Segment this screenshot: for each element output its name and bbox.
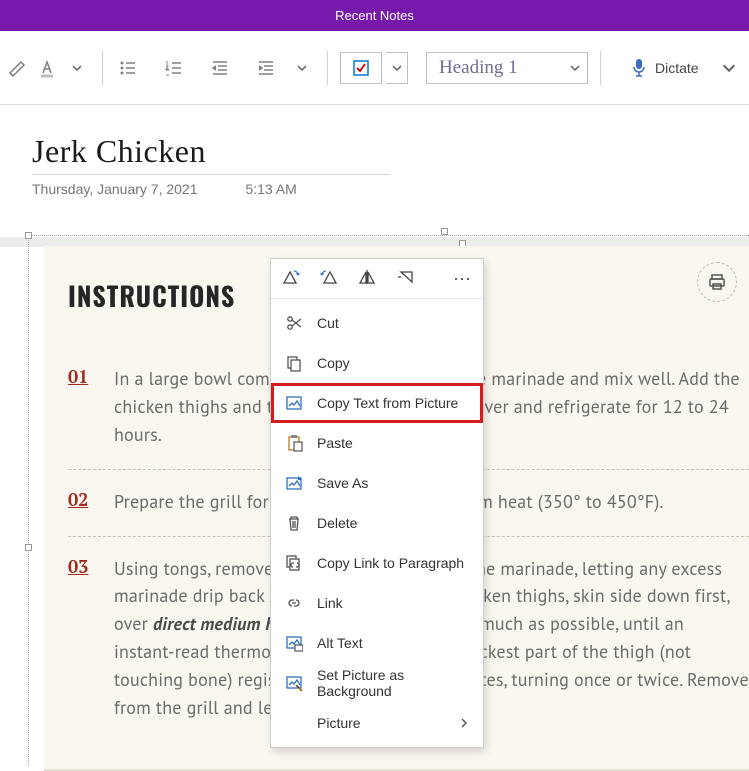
font-color-button[interactable] bbox=[34, 55, 60, 81]
trash-icon bbox=[285, 514, 303, 532]
context-menu: Cut Copy Copy Text from Picture Paste Save A… bbox=[271, 299, 483, 747]
linkcopy-icon bbox=[285, 554, 303, 572]
printer-icon bbox=[707, 272, 727, 292]
setbg-icon bbox=[285, 674, 303, 692]
menu-item-label: Set Picture as Background bbox=[317, 667, 469, 699]
paste-icon bbox=[285, 434, 303, 452]
copy-icon bbox=[285, 354, 303, 372]
flip-horizontal-button[interactable] bbox=[357, 268, 377, 289]
todo-tag-button[interactable] bbox=[340, 52, 382, 84]
menu-item-label: Link bbox=[317, 595, 469, 611]
paragraph-dropdown[interactable] bbox=[289, 55, 315, 81]
menu-item-delete[interactable]: Delete bbox=[271, 503, 483, 543]
scissors-icon bbox=[285, 314, 303, 332]
saveas-icon bbox=[285, 474, 303, 492]
style-select[interactable]: Heading 1 bbox=[426, 52, 588, 84]
menu-item-label: Alt Text bbox=[317, 635, 469, 651]
menu-item-label: Paste bbox=[317, 435, 469, 451]
alttext-icon bbox=[285, 634, 303, 652]
dictate-button[interactable]: Dictate bbox=[631, 58, 737, 78]
indent-button[interactable] bbox=[253, 55, 279, 81]
menu-item-label: Picture bbox=[317, 715, 445, 731]
chevron-right-icon bbox=[459, 715, 469, 731]
dictate-label: Dictate bbox=[655, 60, 699, 76]
menu-item-copy-link-para[interactable]: Copy Link to Paragraph bbox=[271, 543, 483, 583]
menu-item-link[interactable]: Link bbox=[271, 583, 483, 623]
page-date: Thursday, January 7, 2021 bbox=[32, 181, 198, 197]
tags-dropdown[interactable] bbox=[386, 52, 408, 84]
menu-item-label: Copy Link to Paragraph bbox=[317, 555, 469, 571]
menu-item-cut[interactable]: Cut bbox=[271, 303, 483, 343]
ribbon-toolbar: Heading 1 Dictate bbox=[0, 31, 749, 105]
bullet-list-button[interactable] bbox=[115, 55, 141, 81]
menu-item-copy[interactable]: Copy bbox=[271, 343, 483, 383]
note-page: Jerk Chicken Thursday, January 7, 2021 5… bbox=[0, 105, 749, 197]
outdent-button[interactable] bbox=[207, 55, 233, 81]
microphone-icon bbox=[631, 58, 647, 78]
page-title[interactable]: Jerk Chicken bbox=[32, 133, 749, 170]
picture-mini-toolbar: ⋯ bbox=[271, 259, 483, 299]
menu-item-paste[interactable]: Paste bbox=[271, 423, 483, 463]
resize-handle-n[interactable] bbox=[441, 228, 448, 235]
rotate-right-button[interactable] bbox=[281, 268, 301, 289]
style-select-value: Heading 1 bbox=[439, 57, 518, 79]
recipe-step-number: 03 bbox=[68, 555, 94, 722]
resize-handle-w[interactable] bbox=[25, 544, 32, 551]
window-title-bar: Recent Notes bbox=[0, 0, 749, 31]
clear-formatting-button[interactable] bbox=[4, 55, 30, 81]
chevron-down-icon bbox=[721, 58, 737, 78]
menu-item-copy-text-pic[interactable]: Copy Text from Picture bbox=[271, 383, 483, 423]
menu-item-label: Copy bbox=[317, 355, 469, 371]
print-button[interactable] bbox=[697, 262, 737, 302]
link-icon bbox=[285, 594, 303, 612]
page-meta: Thursday, January 7, 2021 5:13 AM bbox=[32, 181, 749, 197]
recipe-step-number: 01 bbox=[68, 365, 94, 449]
picture-context-popup: ⋯ Cut Copy Copy Text from Picture Paste Save… bbox=[270, 258, 484, 748]
flip-vertical-button[interactable] bbox=[395, 268, 415, 289]
menu-item-set-bg[interactable]: Set Picture as Background bbox=[271, 663, 483, 703]
title-underline bbox=[32, 174, 390, 175]
menu-item-label: Delete bbox=[317, 515, 469, 531]
copypic-icon bbox=[285, 394, 303, 412]
recipe-step-number: 02 bbox=[68, 488, 94, 516]
menu-item-picture-sub[interactable]: Picture bbox=[271, 703, 483, 743]
window-title: Recent Notes bbox=[335, 8, 414, 23]
menu-item-label: Copy Text from Picture bbox=[317, 395, 469, 411]
menu-item-label: Save As bbox=[317, 475, 469, 491]
font-color-dropdown[interactable] bbox=[64, 55, 90, 81]
rotate-left-button[interactable] bbox=[319, 268, 339, 289]
menu-item-alt-text[interactable]: Alt Text bbox=[271, 623, 483, 663]
page-time: 5:13 AM bbox=[245, 181, 296, 197]
blank-icon bbox=[285, 714, 303, 732]
menu-item-label: Cut bbox=[317, 315, 469, 331]
menu-item-save-as[interactable]: Save As bbox=[271, 463, 483, 503]
numbered-list-button[interactable] bbox=[161, 55, 187, 81]
resize-handle-nw[interactable] bbox=[25, 232, 32, 239]
